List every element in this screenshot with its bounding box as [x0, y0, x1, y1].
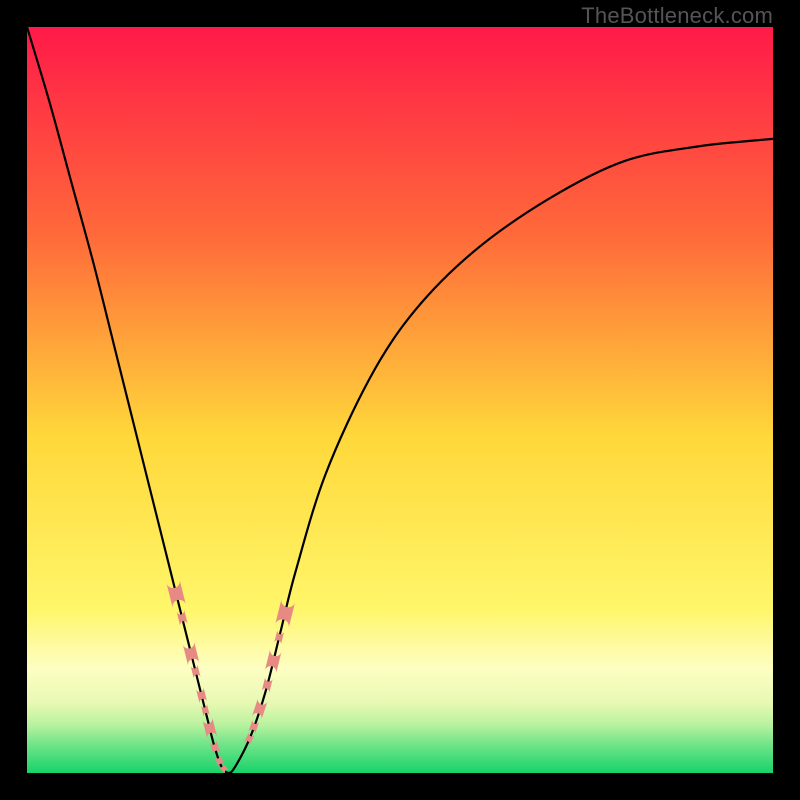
- bottleneck-chart: [27, 27, 773, 773]
- plot-area: [27, 27, 773, 773]
- gradient-background: [27, 27, 773, 773]
- watermark-text: TheBottleneck.com: [581, 3, 773, 29]
- chart-frame: TheBottleneck.com: [0, 0, 800, 800]
